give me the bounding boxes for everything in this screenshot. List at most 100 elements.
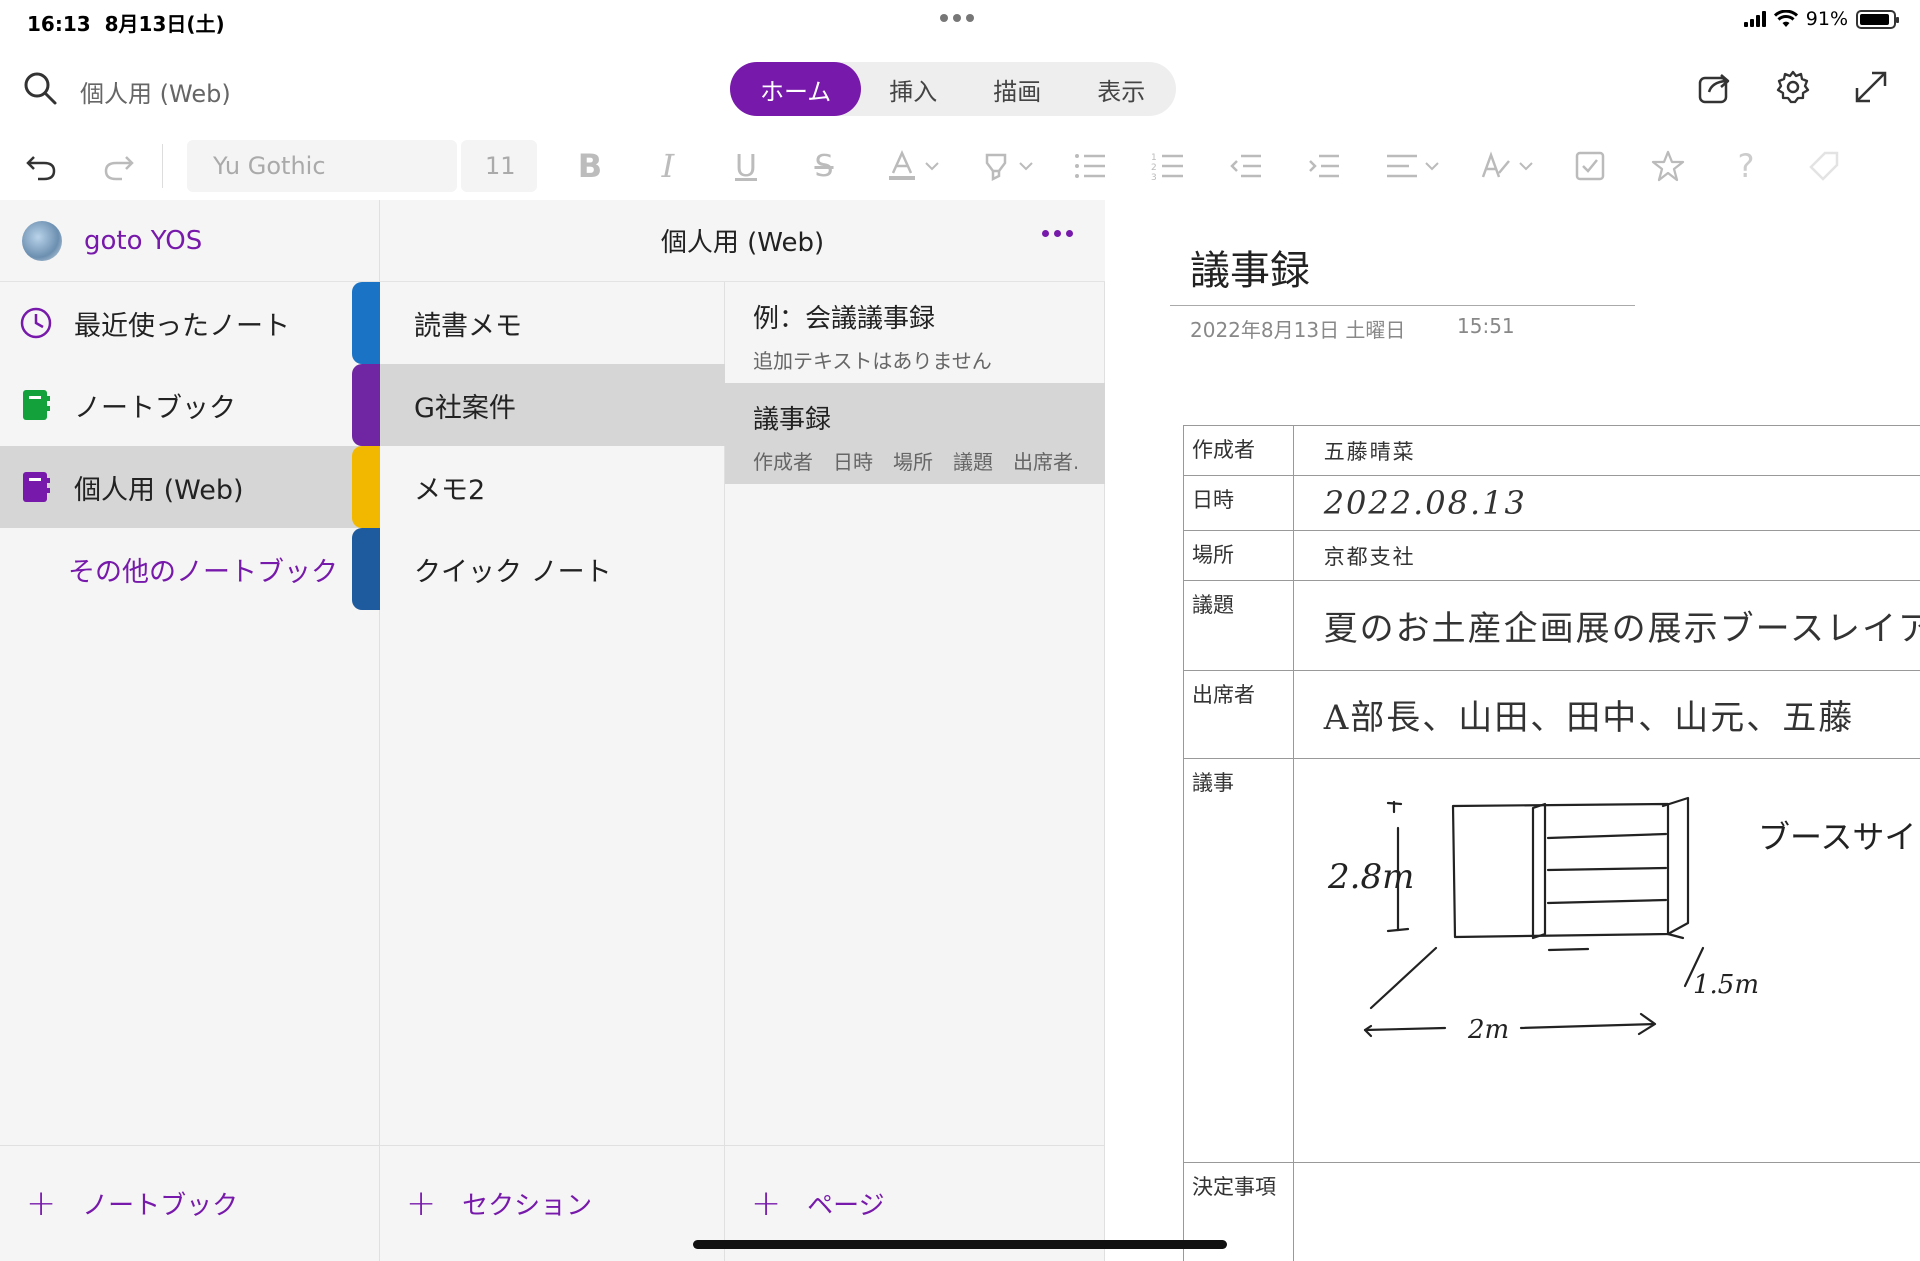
undo-icon[interactable]	[22, 147, 60, 185]
table-row: 日時 2022.08.13	[1183, 475, 1920, 531]
section-color-tab[interactable]	[352, 528, 380, 610]
style-icon[interactable]	[1477, 147, 1515, 185]
page-item-title: 例：会議議事録	[753, 304, 936, 334]
page-item-subtitle: 追加テキストはありません	[753, 349, 992, 373]
row-label[interactable]: 日時	[1183, 475, 1294, 531]
question-icon[interactable]: ?	[1727, 147, 1765, 185]
section-item[interactable]: クイック ノート	[380, 528, 725, 610]
font-family-field[interactable]: Yu Gothic	[187, 140, 457, 192]
row-label[interactable]: 作成者	[1183, 425, 1294, 476]
underline-icon[interactable]: U	[727, 147, 765, 185]
chevron-down-icon[interactable]	[1515, 147, 1537, 185]
search-label[interactable]: 個人用 (Web)	[80, 74, 231, 109]
chevron-down-icon[interactable]	[921, 147, 943, 185]
checkbox-icon[interactable]	[1571, 147, 1609, 185]
svg-text:1: 1	[1151, 153, 1157, 163]
strikethrough-icon[interactable]: S	[805, 147, 843, 185]
sketch-height-label: 2.8m	[1327, 857, 1414, 897]
notebook-title: 個人用 (Web)	[660, 228, 825, 258]
top-actions	[1696, 68, 1890, 106]
section-item[interactable]: G社案件	[380, 364, 725, 446]
decision-cell[interactable]	[1292, 1162, 1920, 1261]
row-label[interactable]: 議題	[1183, 580, 1294, 671]
outdent-icon[interactable]	[1227, 147, 1265, 185]
battery-percent: 91%	[1805, 8, 1848, 30]
multitasking-dots[interactable]	[940, 14, 974, 22]
handwritten-cell[interactable]: 京都支社	[1292, 530, 1920, 581]
font-size-field[interactable]: 11	[461, 140, 537, 192]
booth-sketch[interactable]: 2.8m 1.5m 2m ブースサイ	[1183, 748, 1920, 1148]
handwritten-cell[interactable]: A部長、山田、田中、山元、五藤	[1292, 670, 1920, 759]
page-list: 例：会議議事録 追加テキストはありません 議事録 作成者 日時 場所 議題 出席…	[725, 282, 1105, 484]
status-bar: 16:13 8月13日(土) 91%	[0, 0, 1920, 40]
section-item[interactable]: 読書メモ	[380, 282, 725, 364]
home-indicator[interactable]	[693, 1240, 1227, 1249]
tab-view[interactable]: 表示	[1069, 62, 1173, 116]
page-item[interactable]: 例：会議議事録 追加テキストはありません	[725, 282, 1105, 383]
status-time: 16:13 8月13日(土)	[27, 12, 225, 36]
add-page-label: ページ	[807, 1191, 885, 1221]
handwritten-cell[interactable]: 2022.08.13	[1292, 475, 1920, 531]
section-color-tab[interactable]	[352, 446, 380, 528]
svg-text:2: 2	[1151, 163, 1157, 173]
chevron-down-icon[interactable]	[1421, 147, 1443, 185]
redo-icon[interactable]	[100, 147, 138, 185]
notebook-purple-icon	[18, 469, 54, 505]
chevron-down-icon[interactable]	[1015, 147, 1037, 185]
bullet-list-icon[interactable]	[1071, 147, 1109, 185]
note-canvas[interactable]: 議事録 2022年8月13日 土曜日 15:51 作成者 五藤晴菜 日時 202…	[1105, 200, 1920, 1261]
sketch-width-label: 2m	[1467, 1015, 1509, 1045]
share-icon[interactable]	[1696, 68, 1734, 106]
add-notebook-button[interactable]: + ノートブック	[0, 1145, 379, 1261]
note-title[interactable]: 議事録	[1190, 238, 1310, 296]
numbered-list-icon[interactable]: 123	[1149, 147, 1187, 185]
table-row: 決定事項	[1183, 1162, 1920, 1261]
page-item[interactable]: 議事録 作成者 日時 場所 議題 出席者...	[725, 383, 1105, 484]
plus-icon: +	[26, 1183, 57, 1224]
wifi-icon	[1773, 10, 1798, 27]
tab-draw[interactable]: 描画	[965, 62, 1069, 116]
plus-icon: +	[406, 1183, 437, 1224]
nav-item-label: 最近使ったノート	[74, 310, 290, 342]
bold-icon[interactable]: B	[571, 147, 609, 185]
page-item-subtitle: 作成者 日時 場所 議題 出席者...	[753, 450, 1077, 474]
tag-icon[interactable]	[1805, 147, 1843, 185]
table-row: 作成者 五藤晴菜	[1183, 425, 1920, 476]
section-color-tab[interactable]	[352, 364, 380, 446]
user-name: goto YOS	[84, 225, 203, 256]
indent-icon[interactable]	[1305, 147, 1343, 185]
row-label[interactable]: 出席者	[1183, 670, 1294, 759]
nav-item-label: 個人用 (Web)	[74, 474, 244, 506]
nav-item-other-notebooks[interactable]: その他のノートブック	[0, 528, 379, 610]
italic-icon[interactable]: I	[649, 147, 687, 185]
align-icon[interactable]	[1383, 147, 1421, 185]
tab-insert[interactable]: 挿入	[861, 62, 965, 116]
nav-item-notebooks[interactable]: ノートブック	[0, 364, 379, 446]
settings-gear-icon[interactable]	[1774, 68, 1812, 106]
star-icon[interactable]	[1649, 147, 1687, 185]
search-icon[interactable]	[22, 70, 58, 106]
font-color-icon[interactable]	[883, 147, 921, 185]
highlighter-icon[interactable]	[977, 147, 1015, 185]
section-item[interactable]: メモ2	[380, 446, 725, 528]
note-date: 2022年8月13日 土曜日	[1190, 318, 1406, 342]
sketch-depth-label: 1.5m	[1693, 970, 1759, 1000]
section-color-tab[interactable]	[352, 282, 380, 364]
nav-item-personal-web[interactable]: 個人用 (Web)	[0, 446, 379, 528]
table-row: 場所 京都支社	[1183, 530, 1920, 581]
handwritten-cell[interactable]: 五藤晴菜	[1292, 425, 1920, 476]
handwritten-cell[interactable]: 夏のお土産企画展の展示ブースレイア	[1292, 580, 1920, 671]
tab-home[interactable]: ホーム	[730, 62, 862, 116]
clock-icon	[18, 305, 54, 341]
table-row: 出席者 A部長、山田、田中、山元、五藤	[1183, 670, 1920, 759]
more-options-icon[interactable]	[1042, 230, 1073, 237]
add-section-button[interactable]: + セクション	[380, 1145, 724, 1261]
avatar	[22, 220, 62, 261]
svg-text:3: 3	[1151, 173, 1157, 181]
notebooks-pane: goto YOS 最近使ったノート ノートブック 個人用 (Web) その他のノ…	[0, 200, 380, 1261]
cellular-signal-icon	[1743, 11, 1766, 27]
account-header[interactable]: goto YOS	[0, 200, 379, 282]
expand-icon[interactable]	[1852, 68, 1890, 106]
row-label[interactable]: 場所	[1183, 530, 1294, 581]
nav-item-recent-notes[interactable]: 最近使ったノート	[0, 282, 379, 364]
